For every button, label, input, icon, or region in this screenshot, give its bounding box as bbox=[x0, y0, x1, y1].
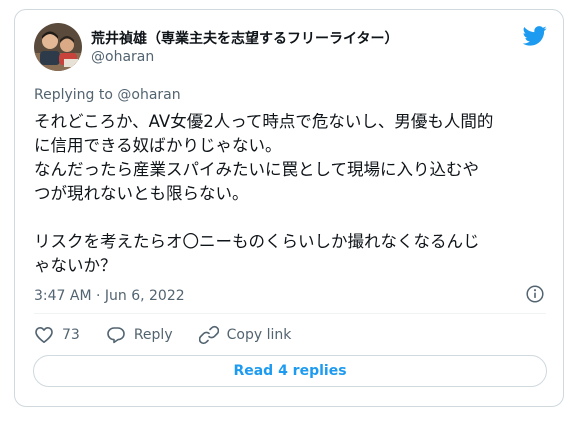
tweet-line: なんだったら産業スパイみたいに罠として現場に入り込むや bbox=[34, 160, 480, 179]
heart-icon bbox=[35, 327, 53, 343]
read-replies-button[interactable]: Read 4 replies bbox=[33, 355, 547, 387]
tweet-line: つが現れないとも限らない。 bbox=[34, 184, 249, 203]
avatar-image bbox=[34, 23, 82, 71]
reply-button[interactable]: Reply bbox=[106, 325, 173, 345]
like-button[interactable]: 73 bbox=[34, 325, 80, 345]
tweet-line: ゃないか？ bbox=[34, 256, 117, 275]
reply-bubble-icon bbox=[107, 327, 125, 344]
author-handle[interactable]: @oharan bbox=[91, 49, 154, 65]
divider bbox=[34, 313, 546, 314]
tweet-line: リスクを考えたらオ〇ニーものくらいしか撮れなくなるんじ bbox=[34, 232, 480, 251]
tweet-line-break bbox=[34, 206, 554, 230]
tweet-line: に信用できる奴ばかりじゃない。 bbox=[34, 136, 282, 155]
replying-to: Replying to @oharan bbox=[34, 87, 181, 103]
copy-link-button[interactable]: Copy link bbox=[198, 325, 292, 345]
info-icon[interactable] bbox=[526, 285, 544, 303]
author-avatar[interactable] bbox=[34, 23, 82, 71]
like-count: 73 bbox=[62, 327, 80, 343]
twitter-bird-icon[interactable] bbox=[523, 26, 547, 46]
tweet-card: 荒井禎雄（専業主夫を志望するフリーライター） @oharan Replying … bbox=[14, 9, 564, 407]
tweet-actions: 73 Reply Copy link bbox=[34, 324, 317, 346]
tweet-text: それどころか、AV女優2人って時点で危ないし、男優も人間的 に信用できる奴ばかり… bbox=[34, 110, 554, 278]
tweet-line: それどころか、AV女優2人って時点で危ないし、男優も人間的 bbox=[34, 112, 494, 131]
link-icon bbox=[198, 325, 219, 345]
author-display-name[interactable]: 荒井禎雄（専業主夫を志望するフリーライター） bbox=[91, 28, 398, 48]
copy-link-label: Copy link bbox=[226, 327, 292, 343]
replying-to-prefix: Replying to bbox=[34, 87, 118, 103]
replying-to-mention[interactable]: @oharan bbox=[117, 87, 180, 103]
tweet-timestamp[interactable]: 3:47 AM · Jun 6, 2022 bbox=[34, 288, 185, 304]
reply-label: Reply bbox=[133, 327, 173, 343]
